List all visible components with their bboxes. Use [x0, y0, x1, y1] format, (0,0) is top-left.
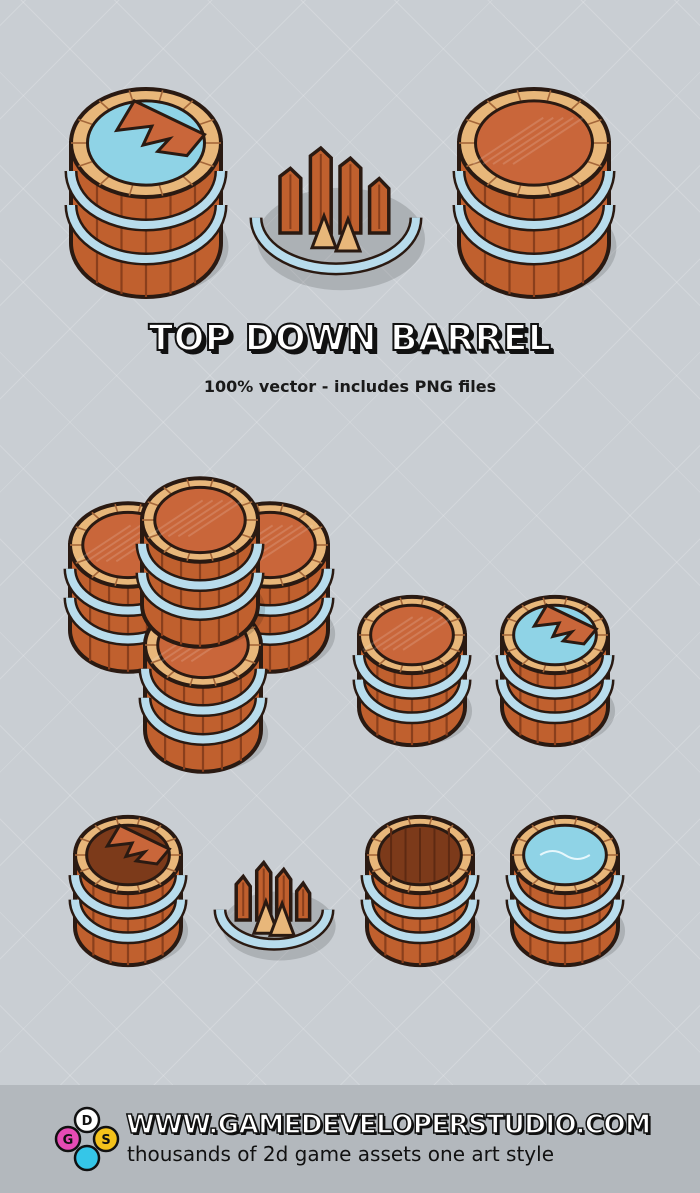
barrel-open-water-small — [505, 814, 626, 968]
barrel-closed-small — [352, 594, 473, 748]
stack-barrel-4 — [135, 476, 266, 649]
footer-url-link[interactable]: WWW.GAMEDEVELOPERSTUDIO.COM — [125, 1109, 651, 1141]
barrel-closed — [452, 87, 617, 299]
barrel-stack — [63, 476, 336, 774]
studio-logo-icon: D G S — [54, 1106, 120, 1172]
logo-letter-s: S — [101, 1133, 110, 1148]
barrel-smashed-small — [213, 859, 336, 961]
page-subtitle: 100% vector - includes PNG files — [203, 377, 497, 396]
barrel-sprites — [63, 87, 626, 968]
logo-letter-d: D — [82, 1114, 93, 1129]
footer-tagline: thousands of 2d game assets one art styl… — [127, 1142, 554, 1166]
barrel-broken-lid-water — [64, 87, 229, 299]
barrel-broken-lid-water-small — [495, 594, 616, 748]
logo-letter-g: G — [63, 1133, 74, 1148]
barrel-smashed — [249, 145, 425, 291]
page-title: TOP DOWN BARREL — [148, 317, 552, 360]
barrel-broken-lid-small — [68, 814, 189, 968]
barrel-open-empty-small — [360, 814, 481, 968]
sprite-sheet — [0, 0, 700, 1085]
